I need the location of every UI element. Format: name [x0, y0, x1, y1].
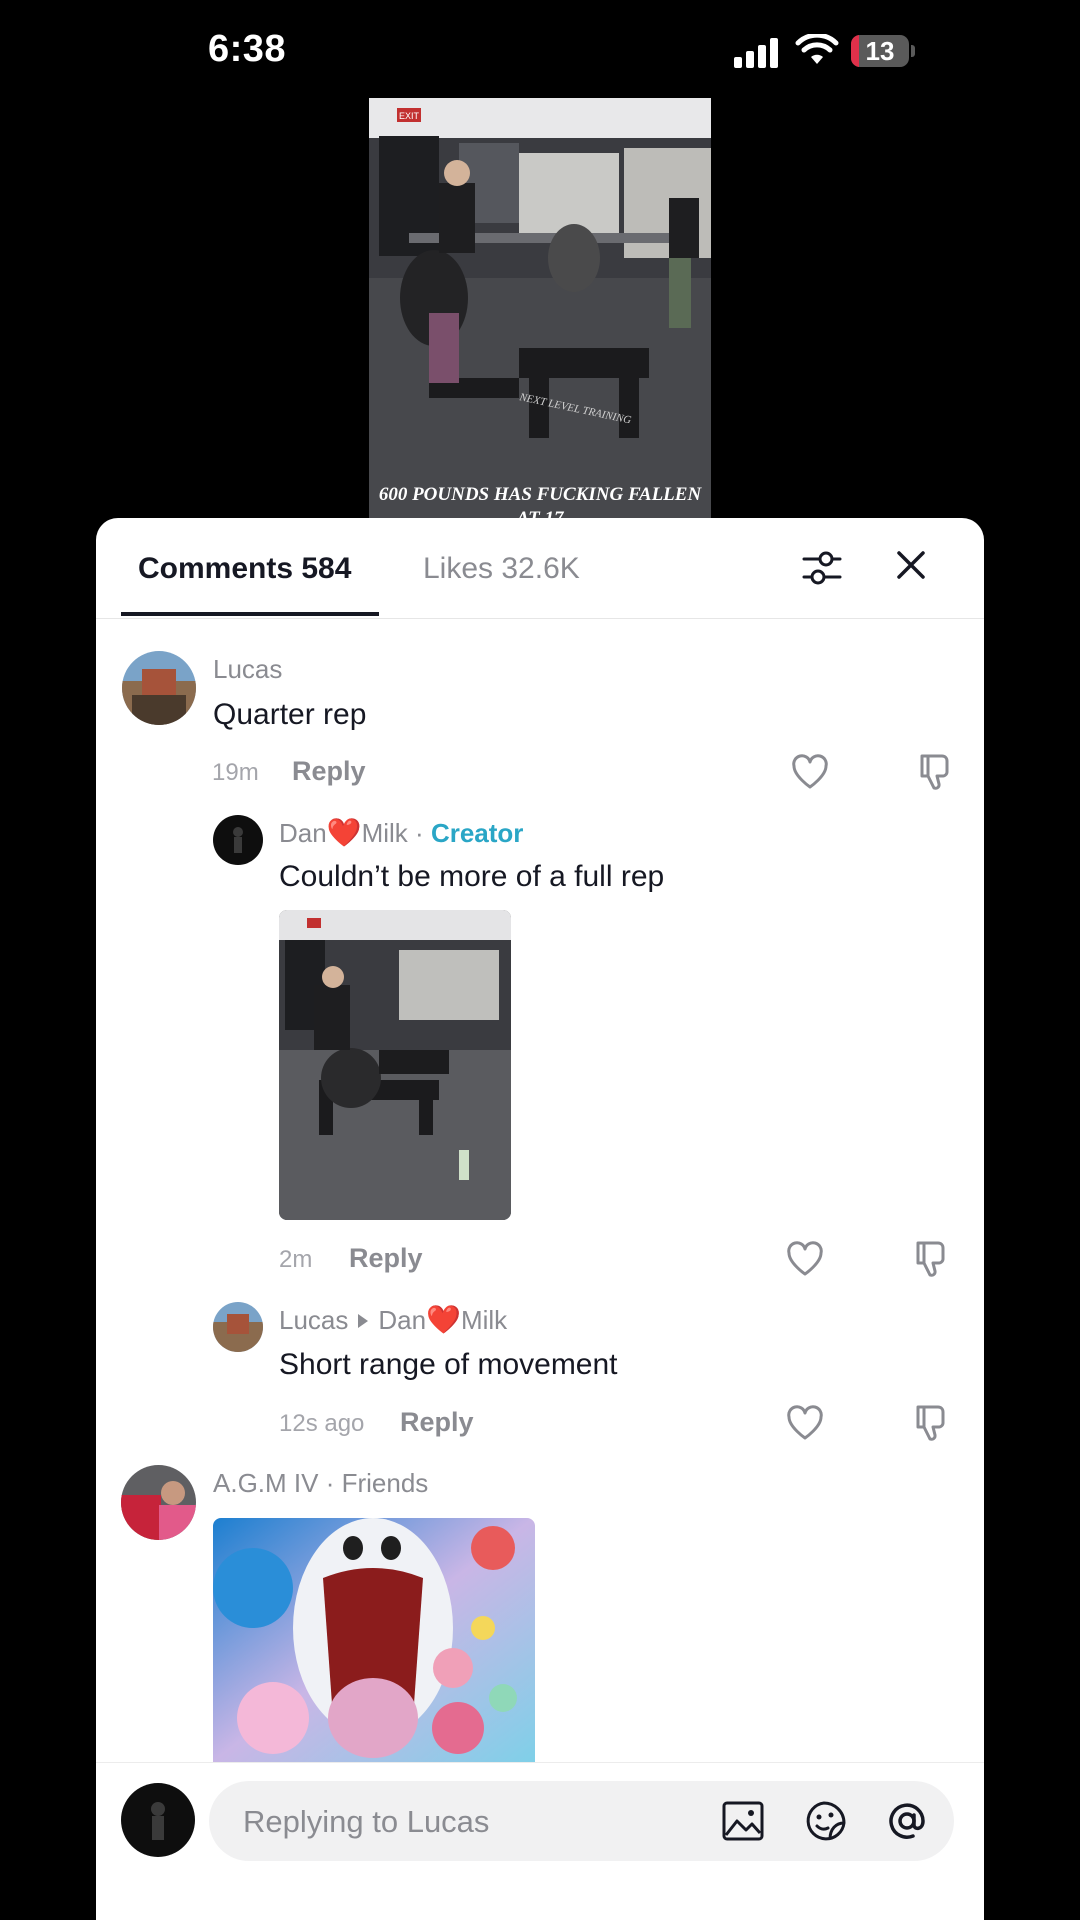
comment-username[interactable]: Lucas: [213, 654, 282, 685]
image-icon[interactable]: [722, 1801, 764, 1841]
mention-icon[interactable]: [885, 1799, 929, 1843]
avatar[interactable]: [213, 815, 263, 865]
comment-username[interactable]: A.G.M IV · Friends: [213, 1468, 428, 1499]
like-heart-icon[interactable]: [786, 1405, 824, 1441]
battery-icon: 13: [851, 35, 909, 67]
comment-text: Short range of movement: [279, 1348, 618, 1381]
reply-button[interactable]: Reply: [292, 756, 366, 787]
comment-username[interactable]: Dan❤️Milk · Creator: [279, 816, 523, 849]
tab-comments[interactable]: Comments 584: [138, 552, 351, 586]
like-heart-icon[interactable]: [791, 754, 829, 790]
dislike-icon[interactable]: [912, 1239, 948, 1279]
comment-time: 2m: [279, 1246, 313, 1273]
heart-emoji: ❤️: [326, 817, 362, 848]
my-avatar[interactable]: [121, 1783, 195, 1857]
comments-sheet: Comments 584 Likes 32.6K Lucas Quarter r…: [96, 518, 984, 1920]
svg-text:EXIT: EXIT: [399, 111, 420, 121]
battery-level: 13: [865, 36, 895, 66]
status-bar: 6:38 13: [0, 0, 1080, 100]
status-time: 6:38: [208, 28, 287, 70]
video-player[interactable]: EXIT NEXT LEVEL TRAINING 600 POUNDS HAS …: [369, 98, 711, 518]
reply-button[interactable]: Reply: [349, 1243, 423, 1274]
tab-likes[interactable]: Likes 32.6K: [423, 552, 580, 586]
comment-input[interactable]: [241, 1781, 685, 1863]
comment-username[interactable]: Lucas Dan❤️Milk: [279, 1303, 507, 1336]
heart-emoji: ❤️: [426, 1304, 461, 1335]
close-icon[interactable]: [896, 550, 926, 580]
dislike-icon[interactable]: [912, 1403, 948, 1443]
comment-time: 19m: [212, 759, 259, 786]
comment-text: Quarter rep: [213, 698, 367, 731]
comment-text: Couldn’t be more of a full rep: [279, 860, 665, 893]
comment-composer: [96, 1762, 984, 1920]
sticker-icon[interactable]: [804, 1799, 848, 1843]
video-caption: 600 POUNDS HAS FUCKING FALLEN AT 17: [378, 484, 702, 518]
comment-time: 12s ago: [279, 1410, 365, 1437]
active-tab-indicator: [121, 612, 379, 616]
friends-badge: Friends: [341, 1468, 429, 1498]
avatar[interactable]: [213, 1302, 263, 1352]
filter-icon[interactable]: [802, 548, 842, 588]
reply-arrow-icon: [358, 1314, 369, 1329]
cellular-signal-icon: [734, 38, 778, 68]
like-heart-icon[interactable]: [786, 1241, 824, 1277]
video-frame: EXIT NEXT LEVEL TRAINING: [369, 98, 711, 518]
comment-input-container: [209, 1781, 954, 1863]
comment-image[interactable]: [279, 910, 511, 1220]
tab-bar: Comments 584 Likes 32.6K: [96, 518, 984, 619]
creator-badge: Creator: [430, 818, 524, 848]
wifi-icon: [795, 34, 839, 64]
comment-image[interactable]: [213, 1518, 535, 1762]
avatar[interactable]: [122, 651, 196, 725]
avatar[interactable]: [121, 1465, 196, 1540]
reply-button[interactable]: Reply: [400, 1407, 474, 1438]
dislike-icon[interactable]: [916, 752, 952, 792]
